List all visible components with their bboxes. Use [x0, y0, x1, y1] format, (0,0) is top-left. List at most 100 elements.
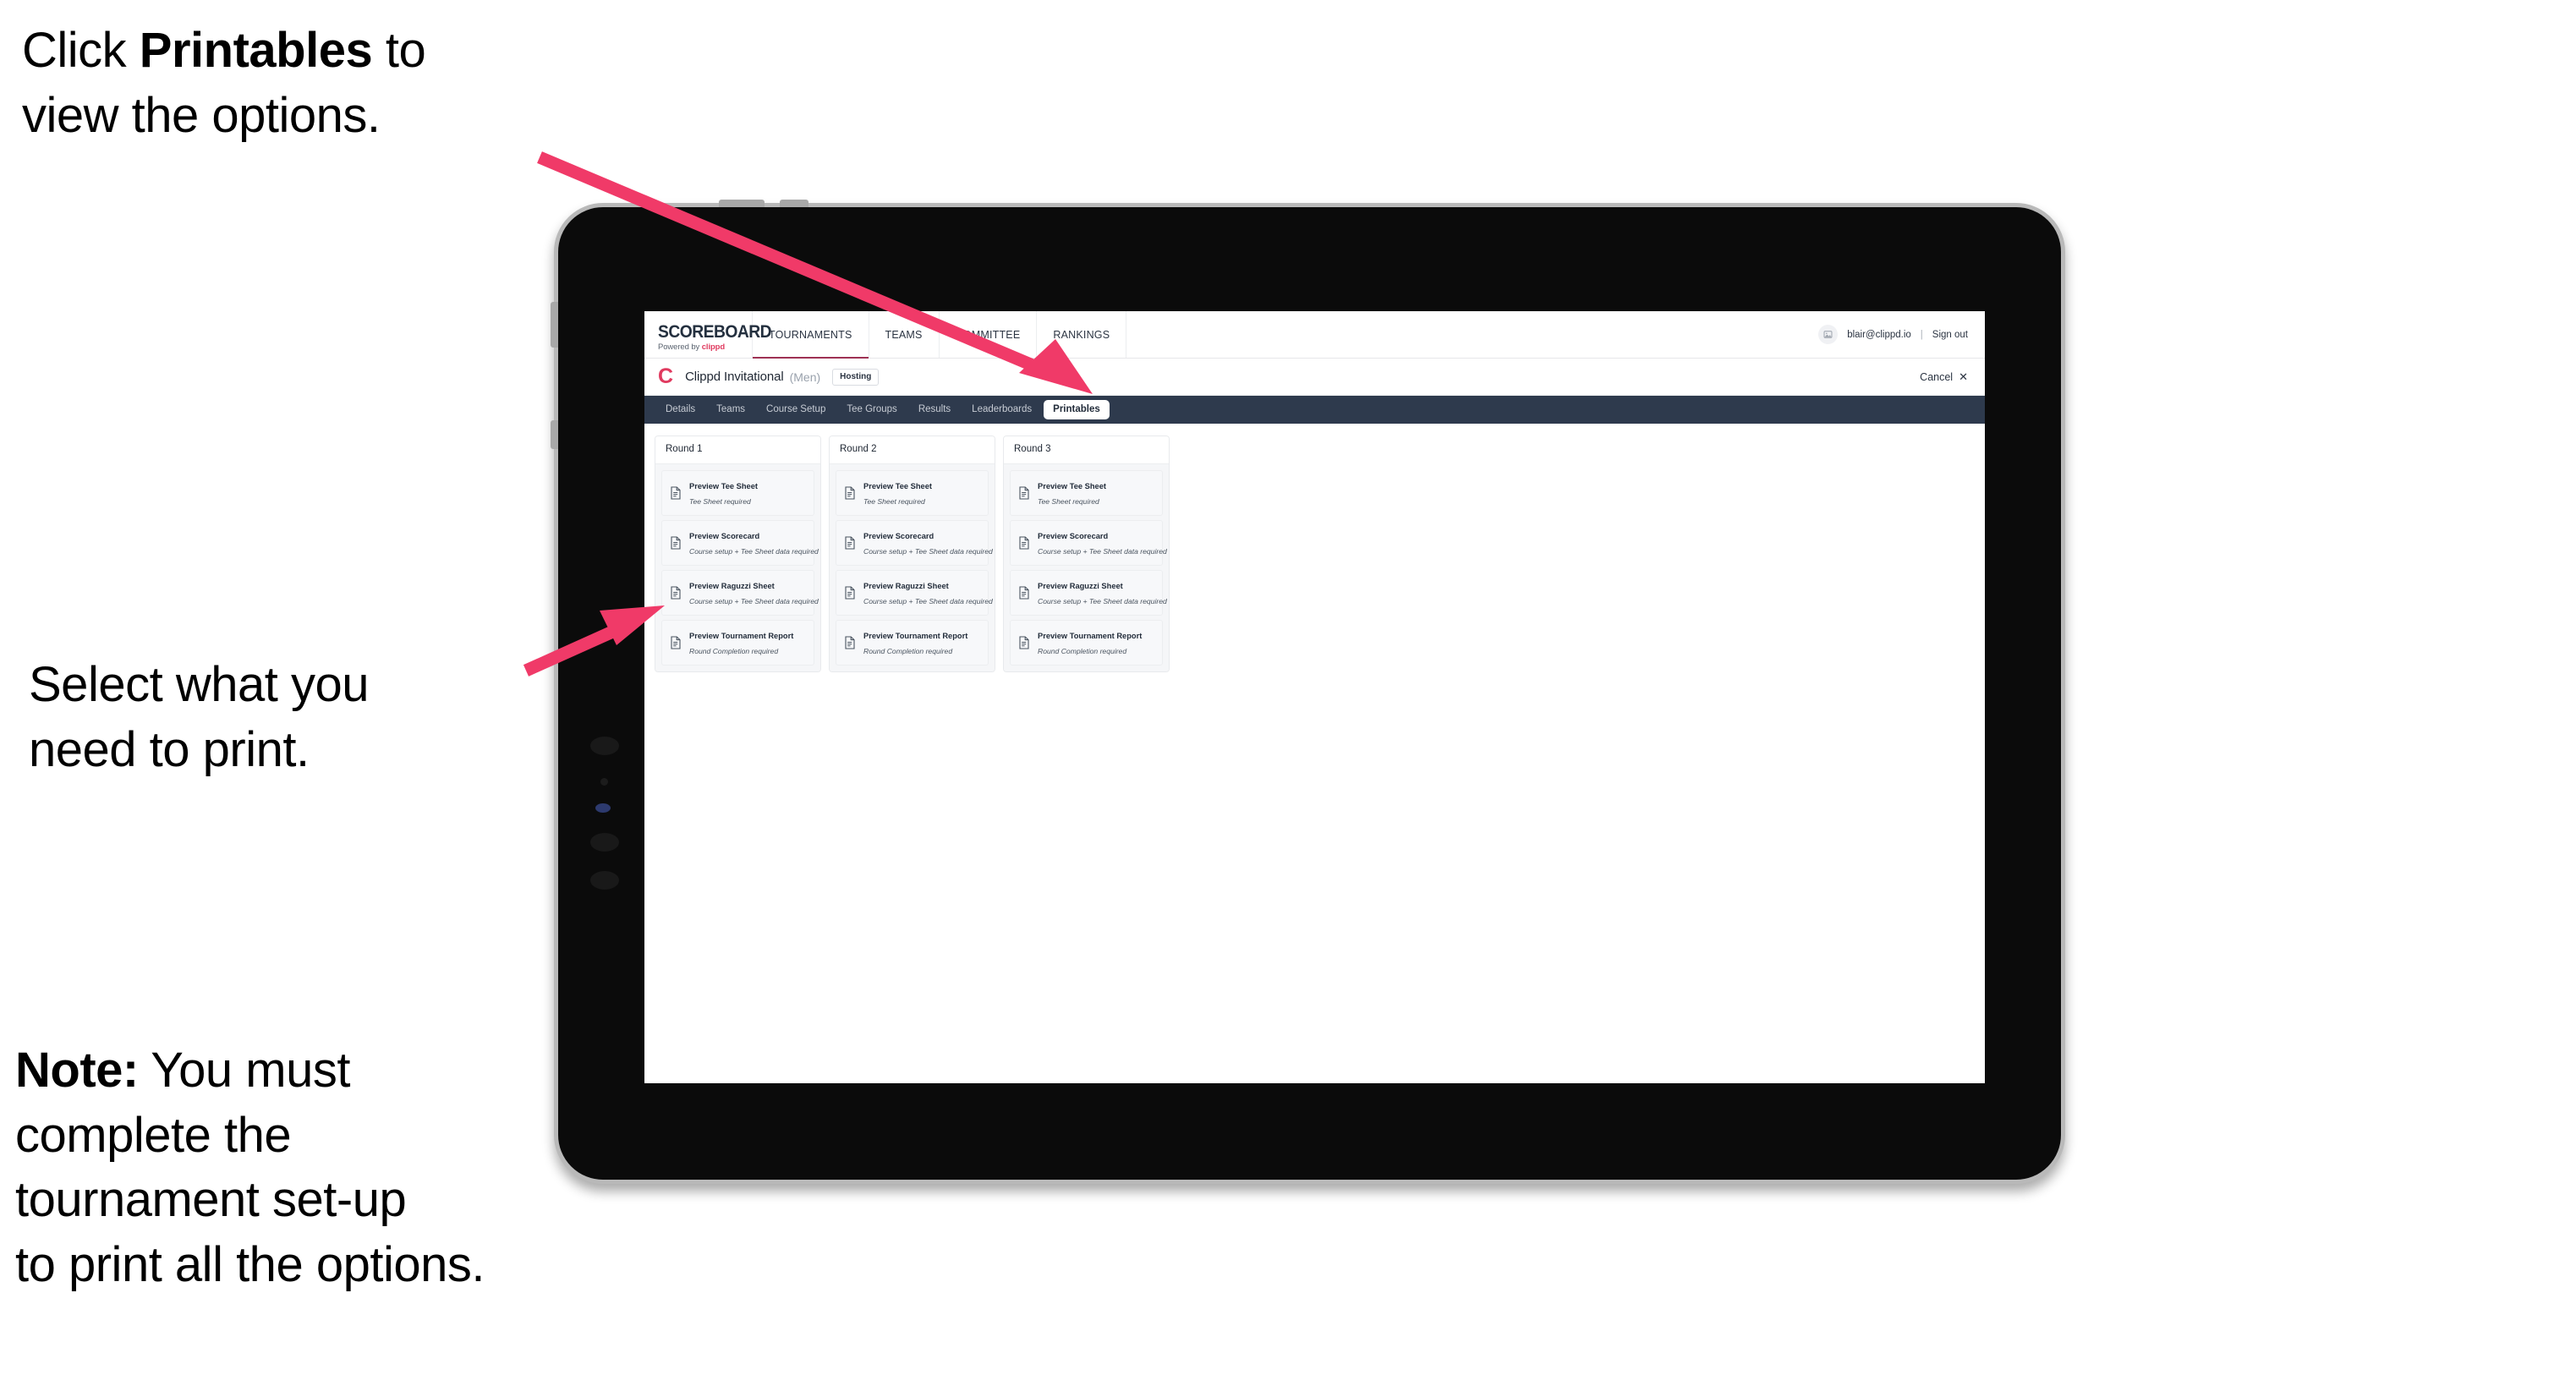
round-column-3: Round 3 Preview Tee Sheet Tee Sheet requ…	[1003, 436, 1170, 672]
top-nav-teams[interactable]: TEAMS	[869, 311, 940, 358]
tab-teams[interactable]: Teams	[707, 400, 754, 420]
printable-text: Preview Tee Sheet Tee Sheet required	[1038, 478, 1154, 508]
printable-subtitle: Course setup + Tee Sheet data required	[1038, 546, 1167, 556]
top-nav-tournaments-label: TOURNAMENTS	[769, 328, 852, 341]
volume-up-button[interactable]	[719, 200, 765, 207]
cancel-button[interactable]: Cancel ✕	[1920, 370, 1968, 384]
tab-tee-groups[interactable]: Tee Groups	[837, 400, 906, 420]
document-icon	[1018, 535, 1030, 550]
tab-details[interactable]: Details	[656, 400, 704, 420]
document-icon	[670, 485, 682, 500]
top-nav-rankings[interactable]: RANKINGS	[1037, 311, 1127, 358]
printable-title: Preview Scorecard	[1038, 531, 1109, 540]
printable-text: Preview Scorecard Course setup + Tee She…	[689, 528, 819, 558]
tab-printables[interactable]: Printables	[1044, 399, 1110, 420]
printable-item-raguzzi-sheet-r3[interactable]: Preview Raguzzi Sheet Course setup + Tee…	[1010, 569, 1167, 616]
printable-item-scorecard-r1[interactable]: Preview Scorecard Course setup + Tee She…	[661, 519, 819, 566]
printable-item-tournament-report-r2[interactable]: Preview Tournament Report Round Completi…	[836, 619, 989, 666]
printable-item-tournament-report-r1[interactable]: Preview Tournament Report Round Completi…	[661, 619, 814, 666]
tablet-screen: SCOREBOARD Powered by clippd TOURNAMENTS…	[644, 311, 1985, 1083]
tablet-device: SCOREBOARD Powered by clippd TOURNAMENTS…	[551, 200, 2065, 1184]
printable-subtitle: Tee Sheet required	[863, 496, 925, 506]
annotation-click-bold: Printables	[139, 23, 373, 78]
logo-brand-clippd: clippd	[701, 342, 726, 353]
printable-subtitle: Round Completion required	[863, 646, 953, 655]
printable-subtitle: Tee Sheet required	[1038, 496, 1099, 506]
document-icon	[844, 585, 856, 600]
annotation-click-prefix: Click	[22, 23, 140, 78]
front-camera-icon	[595, 803, 611, 813]
annotation-select-print: Select what you need to print.	[29, 657, 369, 777]
top-nav-committee-label: COMMITTEE	[955, 328, 1021, 341]
printable-item-tee-sheet-r3[interactable]: Preview Tee Sheet Tee Sheet required	[1010, 469, 1163, 516]
app-top-bar: SCOREBOARD Powered by clippd TOURNAMENTS…	[644, 311, 1985, 359]
printable-item-tee-sheet-r2[interactable]: Preview Tee Sheet Tee Sheet required	[836, 469, 989, 516]
printable-subtitle: Course setup + Tee Sheet data required	[863, 596, 993, 605]
printable-title: Preview Tournament Report	[863, 631, 968, 640]
top-nav-committee[interactable]: COMMITTEE	[940, 311, 1038, 358]
printable-text: Preview Raguzzi Sheet Course setup + Tee…	[689, 578, 819, 608]
document-icon	[1018, 585, 1030, 600]
power-button[interactable]	[551, 302, 558, 348]
user-area: blair@clippd.io | Sign out	[1818, 311, 1985, 358]
printable-text: Preview Tee Sheet Tee Sheet required	[863, 478, 980, 508]
printable-title: Preview Scorecard	[689, 531, 760, 540]
document-icon	[670, 585, 682, 600]
top-nav-teams-label: TEAMS	[885, 328, 923, 341]
document-icon	[844, 535, 856, 550]
close-icon: ✕	[1959, 370, 1968, 383]
printable-subtitle: Course setup + Tee Sheet data required	[689, 596, 819, 605]
printable-title: Preview Raguzzi Sheet	[863, 581, 949, 590]
speaker-grille-icon-3	[590, 871, 619, 890]
round-column-2: Round 2 Preview Tee Sheet Tee Sheet requ…	[829, 436, 995, 672]
logo-wordmark: SCOREBOARD	[658, 322, 772, 342]
avatar[interactable]	[1818, 325, 1839, 344]
printable-text: Preview Raguzzi Sheet Course setup + Tee…	[1038, 578, 1167, 608]
round-items-1: Preview Tee Sheet Tee Sheet required Pre…	[655, 463, 820, 671]
tab-leaderboards[interactable]: Leaderboards	[962, 400, 1041, 420]
document-icon	[844, 635, 856, 649]
document-icon	[844, 485, 856, 500]
annotation-note-bold: Note:	[15, 1043, 139, 1098]
user-separator: |	[1920, 329, 1923, 340]
top-nav-tournaments[interactable]: TOURNAMENTS	[753, 311, 869, 359]
printable-item-scorecard-r3[interactable]: Preview Scorecard Course setup + Tee She…	[1010, 519, 1167, 566]
user-email: blair@clippd.io	[1847, 329, 1911, 340]
status-badge: Hosting	[832, 368, 880, 386]
printables-content: Round 1 Preview Tee Sheet Tee Sheet requ…	[644, 424, 1985, 684]
clippd-c-logo-icon: C	[658, 364, 674, 388]
volume-down-button[interactable]	[780, 200, 808, 207]
sensor-icon	[600, 778, 608, 786]
printable-subtitle: Course setup + Tee Sheet data required	[1038, 596, 1167, 605]
printable-title: Preview Tournament Report	[689, 631, 794, 640]
round-items-3: Preview Tee Sheet Tee Sheet required Pre…	[1004, 463, 1169, 671]
printable-title: Preview Raguzzi Sheet	[689, 581, 775, 590]
sign-out-link[interactable]: Sign out	[1932, 330, 1968, 340]
tournament-header: C Clippd Invitational (Men) Hosting Canc…	[644, 359, 1985, 396]
printable-title: Preview Tee Sheet	[863, 481, 932, 490]
printable-text: Preview Scorecard Course setup + Tee She…	[1038, 528, 1167, 558]
printable-item-raguzzi-sheet-r1[interactable]: Preview Raguzzi Sheet Course setup + Tee…	[661, 569, 819, 616]
speaker-grille-icon-2	[590, 833, 619, 852]
document-icon	[670, 635, 682, 649]
printable-text: Preview Tournament Report Round Completi…	[689, 627, 806, 658]
scoreboard-logo[interactable]: SCOREBOARD Powered by clippd	[644, 311, 772, 358]
round-title-3: Round 3	[1004, 436, 1169, 464]
printable-item-tournament-report-r3[interactable]: Preview Tournament Report Round Completi…	[1010, 619, 1163, 666]
printable-item-raguzzi-sheet-r2[interactable]: Preview Raguzzi Sheet Course setup + Tee…	[836, 569, 993, 616]
annotation-click-printables: Click Printables to view the options.	[22, 19, 614, 148]
printable-title: Preview Raguzzi Sheet	[1038, 581, 1123, 590]
tab-results[interactable]: Results	[909, 400, 960, 420]
printable-item-tee-sheet-r1[interactable]: Preview Tee Sheet Tee Sheet required	[661, 469, 814, 516]
round-title-2: Round 2	[830, 436, 995, 464]
printable-subtitle: Round Completion required	[689, 646, 779, 655]
printable-item-scorecard-r2[interactable]: Preview Scorecard Course setup + Tee She…	[836, 519, 993, 566]
tournament-sub-nav: Details Teams Course Setup Tee Groups Re…	[644, 396, 1985, 424]
document-icon	[1018, 485, 1030, 500]
printable-subtitle: Tee Sheet required	[689, 496, 751, 506]
logo-powered-by: Powered by	[658, 342, 702, 353]
printable-text: Preview Tournament Report Round Completi…	[863, 627, 980, 658]
tab-course-setup[interactable]: Course Setup	[757, 400, 835, 420]
printable-subtitle: Course setup + Tee Sheet data required	[689, 546, 819, 556]
side-button[interactable]	[551, 420, 558, 449]
